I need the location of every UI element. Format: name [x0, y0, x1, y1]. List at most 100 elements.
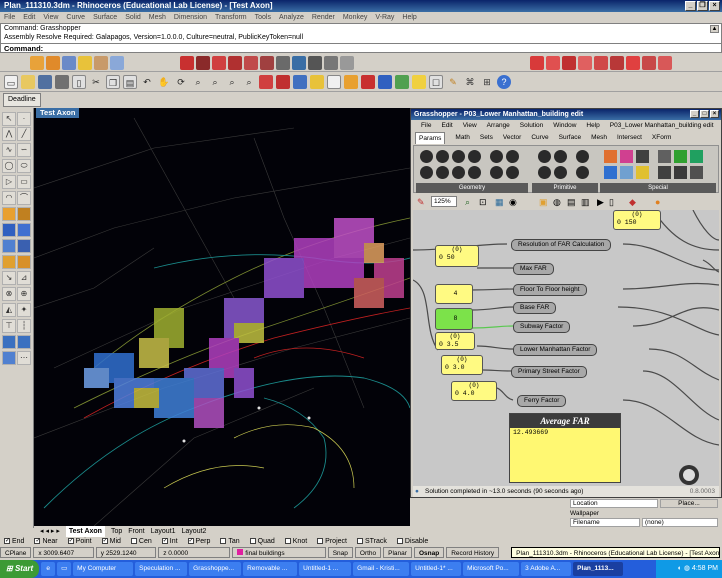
- gh-tab-sets[interactable]: Sets: [480, 132, 493, 144]
- open-folder-icon[interactable]: [21, 75, 35, 89]
- gh-menu-edit[interactable]: Edit: [441, 120, 452, 132]
- quicklaunch-ie-icon[interactable]: e: [41, 562, 56, 576]
- gh-menu-view[interactable]: View: [463, 120, 477, 132]
- undo-icon[interactable]: ↶: [140, 75, 154, 89]
- pan-hand-icon[interactable]: ✋: [157, 75, 171, 89]
- param-floor-height[interactable]: Floor To Floor height: [513, 284, 587, 296]
- lock-solver-icon[interactable]: ▯: [609, 195, 614, 209]
- menu-solid[interactable]: Solid: [125, 12, 141, 23]
- triangle-icon[interactable]: ▷: [2, 175, 16, 189]
- document-icon[interactable]: ▣: [539, 195, 548, 209]
- menu-help[interactable]: Help: [402, 12, 416, 23]
- ribbon-group-geometry[interactable]: Geometry: [416, 183, 528, 193]
- text-icon[interactable]: ┆: [17, 319, 31, 333]
- geometry-param-icon[interactable]: [506, 166, 519, 179]
- properties-icon[interactable]: ▯: [72, 75, 86, 89]
- array-icon[interactable]: [324, 56, 338, 70]
- light-icon[interactable]: [78, 56, 92, 70]
- menu-transform[interactable]: Transform: [215, 12, 247, 23]
- text-param-icon[interactable]: [554, 166, 567, 179]
- group-param-icon[interactable]: [690, 166, 703, 179]
- osnap-perp[interactable]: ✓ Perp: [187, 537, 210, 547]
- menu-curve[interactable]: Curve: [66, 12, 85, 23]
- param-primary-street-factor[interactable]: Primary Street Factor: [511, 366, 587, 378]
- osnap-mid[interactable]: ✓ Mid: [101, 537, 121, 547]
- solver-run-icon[interactable]: ▶: [597, 195, 604, 209]
- menu-view[interactable]: View: [43, 12, 58, 23]
- osnap-quad[interactable]: Quad: [249, 537, 275, 547]
- extrude-icon[interactable]: [2, 255, 16, 269]
- gh-tab-math[interactable]: Math: [455, 132, 469, 144]
- material-icon[interactable]: [46, 56, 60, 70]
- freeform-icon[interactable]: ∽: [17, 143, 31, 157]
- split-icon[interactable]: [228, 56, 242, 70]
- vray-proxy-icon[interactable]: [626, 56, 640, 70]
- shade-icon[interactable]: [378, 75, 392, 89]
- layer-color-icon[interactable]: [361, 75, 375, 89]
- more-tools-icon[interactable]: ⋯: [17, 351, 31, 365]
- render-preview-icon[interactable]: [395, 75, 409, 89]
- select-icon[interactable]: [310, 75, 324, 89]
- four-view-icon[interactable]: [259, 75, 273, 89]
- print-icon[interactable]: [55, 75, 69, 89]
- slider-top[interactable]: (0) 0 150: [613, 210, 661, 230]
- filename-value[interactable]: (none): [642, 518, 718, 527]
- boolean-icon[interactable]: [17, 239, 31, 253]
- bake-icon[interactable]: ▥: [581, 195, 590, 209]
- task-untitled-1[interactable]: Untitled-1 ...: [299, 562, 352, 576]
- point-param-icon[interactable]: [420, 150, 433, 163]
- tab-layout2[interactable]: Layout2: [182, 526, 207, 537]
- fillet-icon[interactable]: ⌒: [17, 191, 31, 205]
- options-icon[interactable]: ☐: [429, 75, 443, 89]
- dimension-icon[interactable]: ⊤: [2, 319, 16, 333]
- menu-analyze[interactable]: Analyze: [279, 12, 304, 23]
- new-file-icon[interactable]: ▭: [4, 75, 18, 89]
- menu-vray[interactable]: V-Ray: [375, 12, 394, 23]
- zoom-selected-icon[interactable]: ⌕: [242, 75, 256, 89]
- menu-edit[interactable]: Edit: [23, 12, 35, 23]
- record-history-toggle[interactable]: Record History: [446, 547, 500, 558]
- task-plan-rhino[interactable]: Plan_1113...: [573, 562, 624, 576]
- circle-icon[interactable]: ◯: [2, 159, 16, 173]
- menu-dimension[interactable]: Dimension: [174, 12, 207, 23]
- cplane-icon[interactable]: [293, 75, 307, 89]
- loft-icon[interactable]: [17, 207, 31, 221]
- slider-subway[interactable]: (0) 0 3.5: [435, 332, 475, 350]
- osnap-tan[interactable]: Tan: [220, 537, 240, 547]
- redline-tool-icon[interactable]: [180, 56, 194, 70]
- gh-tab-curve[interactable]: Curve: [531, 132, 548, 144]
- cluster-icon[interactable]: ◆: [629, 195, 636, 209]
- panel-average-far[interactable]: Average FAR 12.493669: [509, 413, 621, 483]
- task-untitled-1-star[interactable]: Untitled-1* ...: [411, 562, 462, 576]
- hide-icon[interactable]: [327, 75, 341, 89]
- tab-test-axon[interactable]: Test Axon: [65, 526, 105, 537]
- history-icon[interactable]: ⊞: [480, 75, 494, 89]
- param-base-far[interactable]: Base FAR: [513, 302, 557, 314]
- vray-light-icon[interactable]: [578, 56, 592, 70]
- tab-layout1[interactable]: Layout1: [151, 526, 176, 537]
- vray-material-icon[interactable]: [562, 56, 576, 70]
- arc-param-icon[interactable]: [468, 150, 481, 163]
- rotate-view-icon[interactable]: ⟳: [174, 75, 188, 89]
- slider-street[interactable]: (0) 0 3.0: [441, 355, 483, 375]
- panel-icon[interactable]: [658, 150, 671, 163]
- place-button[interactable]: Place...: [660, 499, 718, 508]
- tray-icons[interactable]: ◐ ◍: [678, 565, 692, 572]
- scribble-icon[interactable]: [674, 166, 687, 179]
- preview-eye-icon[interactable]: ◉: [509, 195, 517, 209]
- param-ferry-factor[interactable]: Ferry Factor: [517, 395, 567, 407]
- magnet-icon[interactable]: [196, 56, 210, 70]
- mirror-icon[interactable]: [340, 56, 354, 70]
- slider-base-far[interactable]: 8: [435, 308, 473, 330]
- maximize-button[interactable]: ❐: [697, 1, 708, 11]
- vector-param-icon[interactable]: [436, 150, 449, 163]
- sphere-icon[interactable]: [17, 223, 31, 237]
- tab-top[interactable]: Top: [111, 526, 122, 537]
- vray-fur-icon[interactable]: [642, 56, 656, 70]
- sweep-icon[interactable]: [17, 255, 31, 269]
- slider-max-far[interactable]: (0) 0 50: [435, 245, 479, 267]
- group-icon[interactable]: [276, 56, 290, 70]
- copy-icon[interactable]: ❐: [106, 75, 120, 89]
- planar-toggle[interactable]: Planar: [383, 547, 412, 558]
- slider-floor-height[interactable]: 4: [435, 284, 473, 304]
